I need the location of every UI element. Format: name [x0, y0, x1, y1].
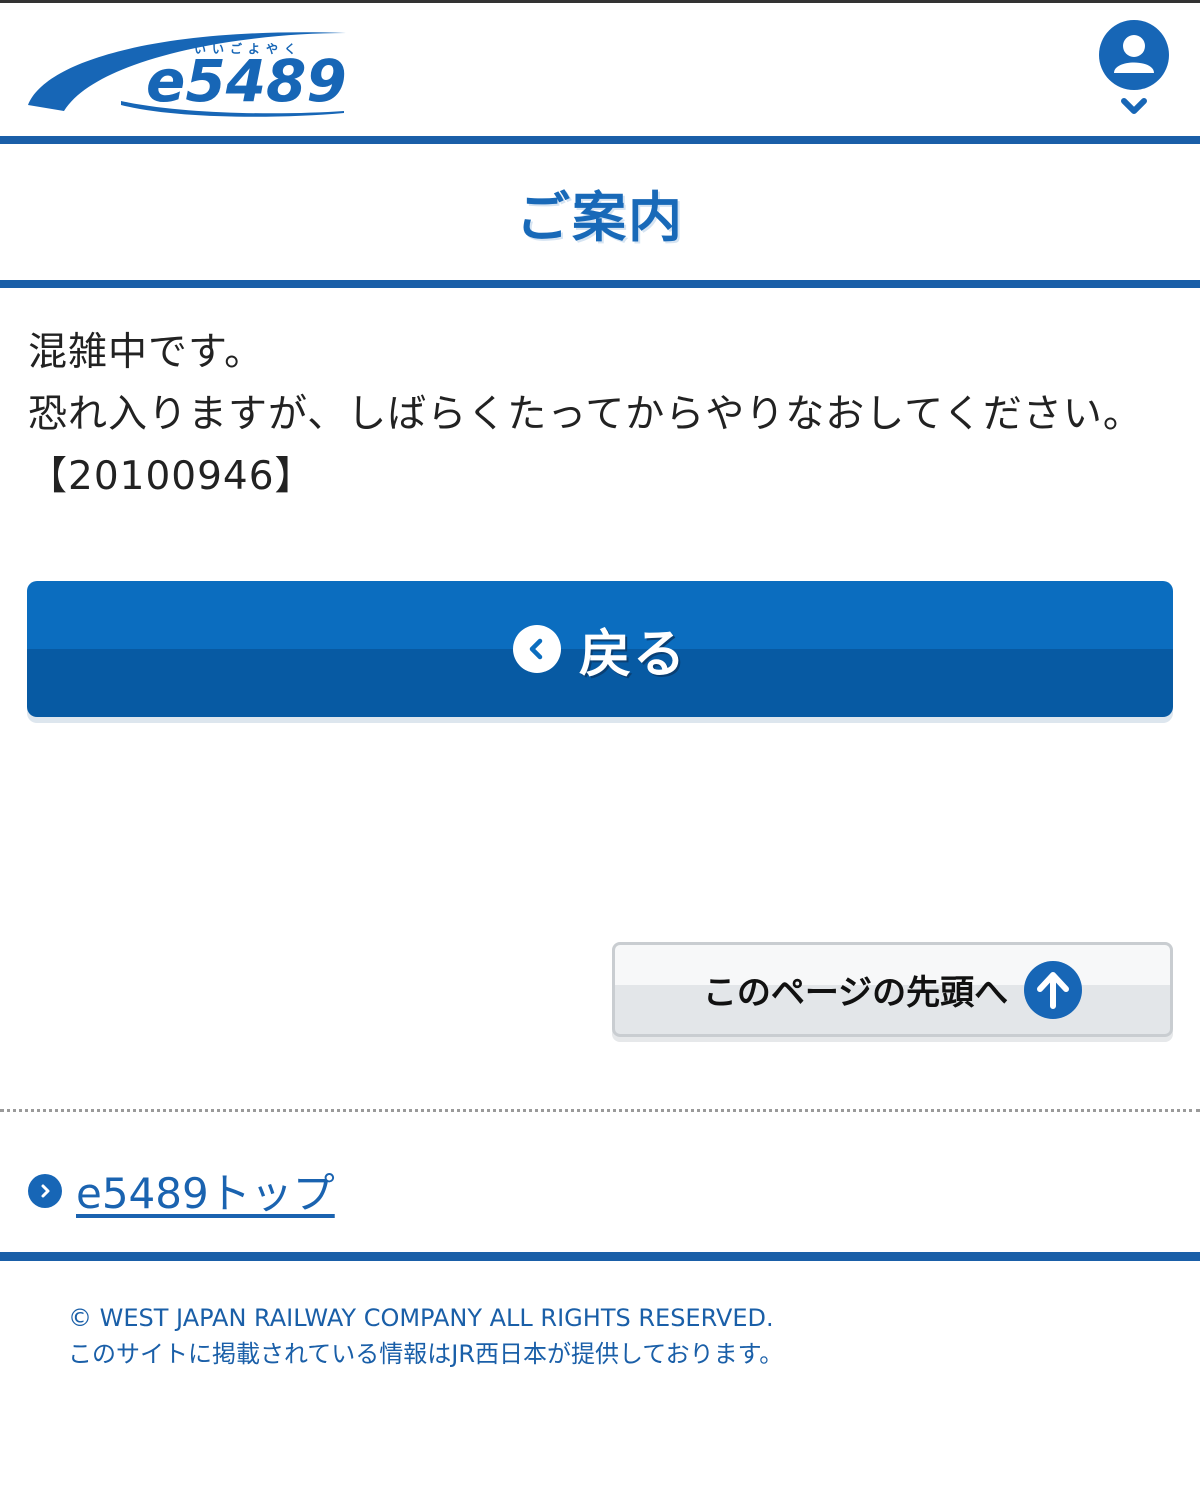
error-message: 混雑中です。 恐れ入りますが、しばらくたってからやりなおしてください。【2010… [28, 322, 1178, 508]
chevron-right-circle-icon [28, 1173, 62, 1208]
page-top-button[interactable]: このページの先頭へ [612, 942, 1173, 1037]
back-button[interactable]: 戻る [27, 581, 1173, 717]
chevron-down-icon [1121, 98, 1147, 114]
page-title: ご案内 [516, 185, 684, 249]
top-link-label[interactable]: e5489トップ [76, 1160, 335, 1221]
arrow-up-circle-icon [1024, 960, 1083, 1019]
header-divider [0, 136, 1200, 144]
site-footer: © WEST JAPAN RAILWAY COMPANY ALL RIGHTS … [68, 1300, 783, 1372]
title-divider [0, 280, 1200, 288]
logo-text: e5489 [146, 47, 347, 115]
page-top-label: このページの先頭へ [702, 973, 1009, 1013]
chevron-left-circle-icon [512, 625, 561, 673]
logo-swoosh-icon: いいごよやく e5489 [28, 32, 348, 117]
dotted-divider [0, 1109, 1200, 1112]
message-line-1: 混雑中です。 [28, 330, 265, 375]
site-header: いいごよやく e5489 [0, 3, 1200, 136]
footer-divider [0, 1252, 1200, 1261]
copyright-text: © WEST JAPAN RAILWAY COMPANY ALL RIGHTS … [68, 1304, 774, 1332]
e5489-logo[interactable]: いいごよやく e5489 [26, 19, 356, 119]
e5489-top-link[interactable]: e5489トップ [28, 1160, 335, 1221]
footer-note: このサイトに掲載されている情報はJR西日本が提供しております。 [68, 1340, 784, 1368]
back-button-label: 戻る [578, 624, 687, 685]
user-icon [1099, 20, 1169, 114]
user-menu-button[interactable] [1096, 19, 1172, 123]
message-line-2: 恐れ入りますが、しばらくたってからやりなおしてください。【20100946】 [28, 392, 1143, 499]
